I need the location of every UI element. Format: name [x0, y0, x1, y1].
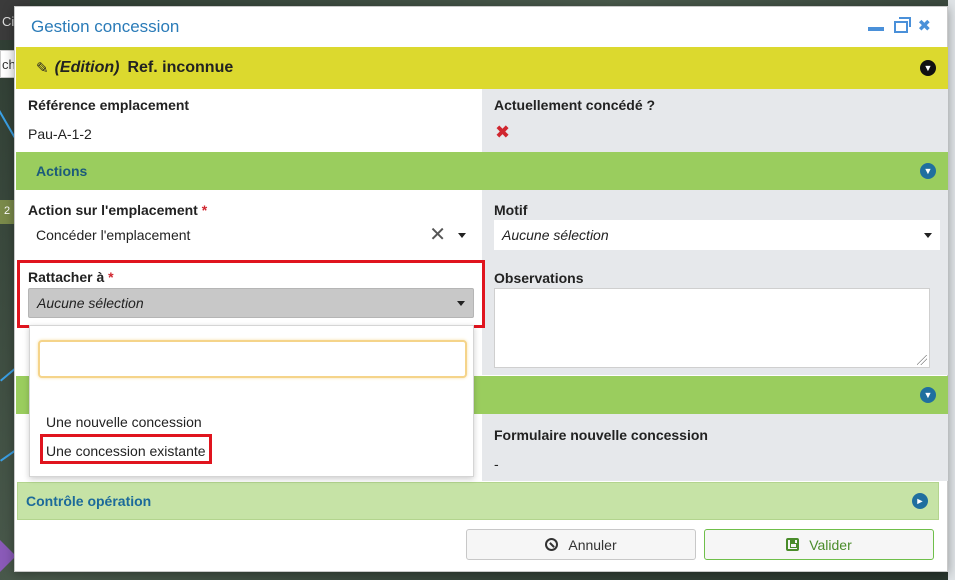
window-controls: ✖ [867, 17, 931, 35]
caret-down-icon[interactable] [458, 232, 466, 238]
dialog-title: Gestion concession [31, 17, 180, 36]
actions-section-header[interactable]: Actions ▼ [16, 152, 948, 190]
ref-label: Référence emplacement [28, 97, 190, 113]
valider-button[interactable]: Valider [704, 529, 934, 560]
clear-icon[interactable]: ✕ [429, 225, 446, 245]
chevron-down-icon[interactable]: ▼ [920, 60, 936, 76]
resize-grip-icon[interactable] [917, 355, 927, 365]
observations-textarea[interactable] [494, 288, 930, 368]
action-select-value: Concéder l'emplacement [36, 227, 191, 243]
gestion-concession-dialog: Gestion concession ✖ ✎ (Edition) Ref. in… [14, 6, 948, 572]
dropdown-search-input[interactable] [38, 340, 467, 378]
action-select[interactable]: Concéder l'emplacement ✕ [28, 220, 474, 250]
option-highlight [40, 434, 212, 464]
ref-value: Pau-A-1-2 [28, 126, 92, 142]
edition-label: (Edition) [54, 59, 120, 76]
form-nouvelle-label: Formulaire nouvelle concession [494, 427, 708, 443]
dialog-header: Gestion concession ✖ [15, 7, 947, 47]
valider-label: Valider [809, 536, 852, 553]
cancel-label: Annuler [568, 536, 617, 553]
nouvelle-panel [482, 414, 948, 481]
controle-section-header[interactable]: Contrôle opération ► [17, 482, 939, 520]
form-nouvelle-value: - [494, 456, 499, 472]
actions-title: Actions [36, 163, 88, 179]
reference-title: Ref. inconnue [127, 59, 234, 76]
map-right-panel [948, 0, 955, 580]
action-label: Action sur l'emplacement * [28, 202, 208, 218]
restore-icon[interactable] [893, 17, 911, 33]
map-badge: 2 [0, 200, 14, 224]
controle-title: Contrôle opération [26, 493, 152, 509]
ban-icon [545, 538, 559, 551]
motif-label: Motif [494, 202, 528, 218]
save-icon [786, 538, 800, 551]
chevron-right-icon[interactable]: ► [912, 493, 928, 509]
cancel-button[interactable]: Annuler [466, 529, 696, 560]
minimize-icon[interactable] [867, 27, 884, 31]
rattacher-highlight [17, 260, 485, 328]
rattacher-dropdown: Une nouvelle concession Une concession e… [29, 325, 474, 477]
chevron-down-icon[interactable]: ▼ [920, 163, 936, 179]
edition-header-band[interactable]: ✎ (Edition) Ref. inconnue ▼ [16, 47, 948, 89]
motif-select[interactable]: Aucune sélection [494, 220, 940, 250]
caret-down-icon[interactable] [924, 232, 932, 238]
red-x-icon: ✖ [495, 122, 511, 142]
pencil-icon: ✎ [36, 60, 49, 77]
observations-label: Observations [494, 270, 584, 286]
chevron-down-icon[interactable]: ▼ [920, 387, 936, 403]
motif-select-value: Aucune sélection [502, 227, 609, 243]
dropdown-option[interactable]: Une nouvelle concession [46, 414, 202, 430]
concede-label: Actuellement concédé ? [494, 97, 656, 113]
close-icon[interactable]: ✖ [918, 19, 931, 35]
required-mark: * [201, 202, 208, 218]
